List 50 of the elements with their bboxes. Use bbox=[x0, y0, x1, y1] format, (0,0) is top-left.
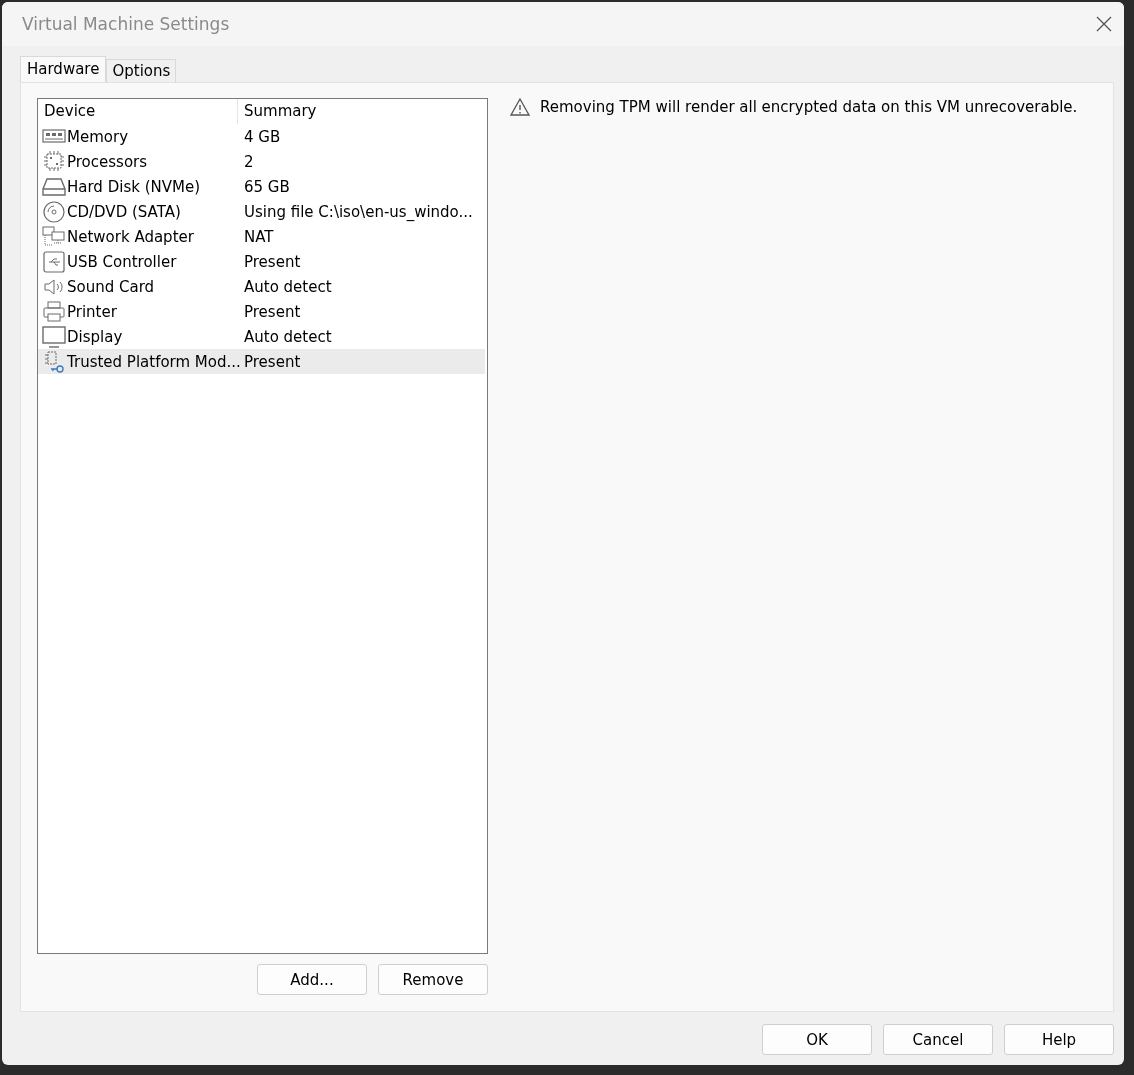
tab[interactable]: Options bbox=[106, 59, 177, 82]
device-name: CD/DVD (SATA) bbox=[67, 202, 181, 221]
device-row[interactable]: Trusted Platform Mod... Present bbox=[38, 349, 485, 374]
device-name: Hard Disk (NVMe) bbox=[67, 177, 200, 196]
device-row[interactable]: Sound Card Auto detect bbox=[38, 274, 485, 299]
chip-icon bbox=[42, 149, 66, 174]
device-row[interactable]: Hard Disk (NVMe) 65 GB bbox=[38, 174, 485, 199]
window-title: Virtual Machine Settings bbox=[22, 14, 230, 34]
device-row[interactable]: Printer Present bbox=[38, 299, 485, 324]
list-button[interactable]: Add... bbox=[257, 964, 367, 995]
tab[interactable]: Hardware bbox=[20, 56, 107, 82]
device-row[interactable]: Processors 2 bbox=[38, 149, 485, 174]
device-name: Display bbox=[67, 327, 123, 346]
device-summary: 65 GB bbox=[243, 177, 291, 196]
disc-icon bbox=[42, 199, 66, 224]
device-name: USB Controller bbox=[67, 252, 177, 271]
device-row[interactable]: Memory 4 GB bbox=[38, 124, 485, 149]
device-summary: Present bbox=[243, 302, 302, 321]
device-name: Processors bbox=[67, 152, 148, 171]
device-summary: Auto detect bbox=[243, 327, 333, 346]
device-row[interactable]: USB Controller Present bbox=[38, 249, 485, 274]
device-name: Printer bbox=[67, 302, 117, 321]
column-header[interactable]: Summary bbox=[238, 99, 485, 124]
warning-icon bbox=[510, 98, 530, 116]
column-header[interactable]: Device bbox=[38, 99, 238, 124]
printer-icon bbox=[42, 299, 66, 324]
device-name: Trusted Platform Mod... bbox=[67, 352, 241, 371]
dialog-button[interactable]: Cancel bbox=[883, 1024, 993, 1055]
list-button[interactable]: Remove bbox=[378, 964, 488, 995]
dialog-button[interactable]: OK bbox=[762, 1024, 872, 1055]
usb-icon bbox=[42, 249, 66, 274]
device-row[interactable]: Display Auto detect bbox=[38, 324, 485, 349]
monitor-icon bbox=[42, 324, 66, 349]
device-name: Memory bbox=[67, 127, 128, 146]
device-summary: 4 GB bbox=[243, 127, 282, 146]
device-summary: NAT bbox=[243, 227, 275, 246]
warning-text: Removing TPM will render all encrypted data on this VM unrecoverable. bbox=[540, 98, 1078, 116]
device-summary: Present bbox=[243, 252, 302, 271]
device-row[interactable]: CD/DVD (SATA) Using file C:\iso\en-us_windo... bbox=[38, 199, 485, 224]
dialog-button[interactable]: Help bbox=[1004, 1024, 1114, 1055]
device-summary: Using file C:\iso\en-us_windo... bbox=[243, 202, 474, 221]
device-summary: Auto detect bbox=[243, 277, 333, 296]
close-icon[interactable] bbox=[1096, 16, 1112, 32]
device-row[interactable]: Network Adapter NAT bbox=[38, 224, 485, 249]
device-summary: 2 bbox=[243, 152, 255, 171]
device-summary: Present bbox=[243, 352, 302, 371]
tpm-key-icon bbox=[42, 349, 66, 374]
device-name: Network Adapter bbox=[67, 227, 194, 246]
network-icon bbox=[42, 224, 66, 249]
device-name: Sound Card bbox=[67, 277, 155, 296]
